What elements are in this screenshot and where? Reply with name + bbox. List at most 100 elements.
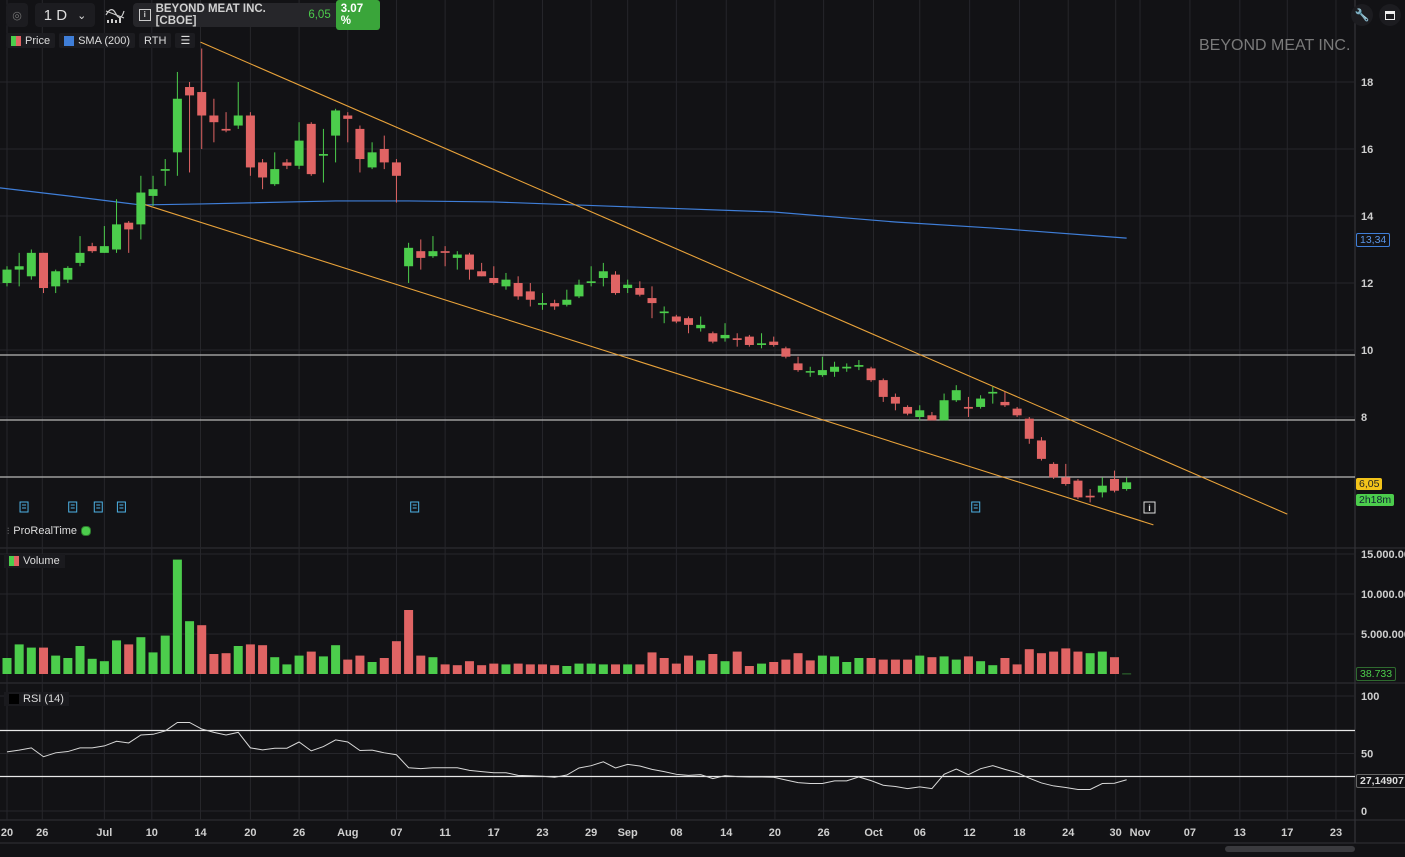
- countdown-tag: 2h18m: [1356, 494, 1395, 506]
- volume-bar: [744, 666, 754, 674]
- rsi-panel-label[interactable]: RSI (14): [4, 692, 69, 706]
- chevron-down-icon: ⌄: [77, 9, 87, 22]
- info-icon[interactable]: i: [139, 9, 151, 21]
- volume-bar: [854, 658, 864, 674]
- x-tick-label: 20: [1, 827, 13, 839]
- crosshair-mode-icon[interactable]: ◎: [6, 3, 28, 27]
- volume-bar: [221, 653, 231, 674]
- candle-body: [440, 251, 450, 253]
- price-tick-label: 16: [1361, 144, 1373, 156]
- volume-bar: [379, 658, 389, 674]
- chart-legend: Price SMA (200) RTH ☰: [6, 33, 196, 48]
- candle-body: [890, 396, 900, 404]
- price-tick-label: 10: [1361, 345, 1373, 357]
- candle-body: [2, 269, 12, 283]
- candle-body: [1085, 495, 1095, 498]
- volume-bar: [197, 625, 207, 674]
- volume-bar: [696, 660, 706, 674]
- volume-bar: [915, 655, 925, 674]
- x-tick-label: 10: [146, 827, 158, 839]
- instrument-name: BEYOND MEAT INC. [CBOE]: [155, 3, 266, 27]
- candle-body: [732, 338, 742, 340]
- candle-body: [489, 277, 499, 283]
- volume-bar: [477, 665, 487, 674]
- volume-bar: [14, 644, 24, 674]
- volume-axis-tag: 38.733: [1356, 667, 1397, 681]
- volume-bar: [282, 664, 292, 674]
- volume-bar: [684, 655, 694, 674]
- candle-body: [598, 271, 608, 278]
- volume-bar: [2, 658, 12, 674]
- candle-body: [14, 266, 24, 270]
- candle-body: [1024, 418, 1034, 439]
- x-tick-label: Oct: [864, 827, 883, 839]
- volume-bar: [416, 655, 426, 674]
- volume-bar: [817, 655, 827, 674]
- rsi-swatch-icon: [9, 694, 19, 704]
- volume-bar: [501, 664, 511, 674]
- volume-bar: [659, 658, 669, 674]
- rsi-axis-tag: 27,14907: [1356, 774, 1405, 788]
- volume-bar: [1000, 658, 1010, 674]
- volume-bar: [671, 663, 681, 674]
- legend-price[interactable]: Price: [6, 33, 56, 48]
- legend-rth[interactable]: RTH: [139, 33, 172, 48]
- volume-title: Volume: [23, 555, 60, 567]
- list-menu-icon[interactable]: ☰: [175, 33, 196, 48]
- volume-bar: [39, 647, 49, 674]
- volume-bar: [623, 664, 633, 674]
- candle-body: [988, 391, 998, 394]
- wrench-icon[interactable]: 🔧: [1351, 4, 1373, 26]
- volume-bar: [87, 658, 97, 674]
- volume-bar: [769, 662, 779, 674]
- candle-body: [537, 303, 547, 305]
- candle-body: [1012, 408, 1022, 416]
- volume-bar: [318, 656, 328, 674]
- candle-body: [39, 252, 49, 289]
- volume-bar: [757, 663, 767, 674]
- volume-bar: [537, 664, 547, 674]
- candle-body: [550, 303, 560, 307]
- candle-body: [684, 318, 694, 325]
- candle-body: [854, 365, 864, 367]
- candle-body: [197, 92, 207, 116]
- candle-body: [136, 192, 146, 225]
- volume-bar: [878, 659, 888, 674]
- rsi-tick-label: 0: [1361, 806, 1367, 818]
- candle-body: [513, 283, 523, 297]
- status-dot-icon: [81, 526, 92, 536]
- change-badge: 3.07 %: [335, 0, 380, 30]
- candle-body: [720, 334, 730, 339]
- volume-bar: [391, 641, 401, 674]
- candle-body: [245, 115, 255, 168]
- horizontal-scrollbar[interactable]: [1225, 846, 1355, 852]
- timeframe-selector[interactable]: 1 D ⌄: [35, 3, 95, 27]
- candle-body: [1036, 440, 1046, 459]
- candle-body: [611, 274, 620, 294]
- volume-bar: [903, 659, 913, 674]
- candle-body: [124, 222, 134, 230]
- rsi-title: RSI (14): [23, 693, 64, 705]
- candle-body: [404, 247, 414, 267]
- candle-body: [757, 343, 767, 345]
- chart-canvas[interactable]: i 20 26 Jul 10 14 20 26 Aug 07 11 17 23 29 Sep 08 14 20 2…: [0, 0, 1405, 857]
- candle-body: [647, 298, 657, 304]
- candle-body: [258, 162, 268, 178]
- timeframe-label: 1 D: [43, 6, 68, 24]
- volume-bar: [1073, 651, 1083, 674]
- grid: [0, 0, 1405, 857]
- window-icon[interactable]: [1379, 4, 1401, 26]
- volume-panel-label[interactable]: Volume: [4, 554, 65, 568]
- instrument-info[interactable]: i BEYOND MEAT INC. [CBOE] 6,05 3.07 %: [133, 0, 380, 30]
- legend-sma[interactable]: SMA (200): [59, 33, 136, 48]
- x-tick-label: 23: [536, 827, 548, 839]
- volume-bar: [209, 654, 219, 674]
- volume-bar: [428, 657, 438, 674]
- volume-bar: [1036, 653, 1046, 674]
- volume-bar: [586, 663, 596, 674]
- candle-body: [331, 110, 341, 136]
- chart-type-icon[interactable]: [102, 3, 128, 27]
- candle-body: [160, 169, 170, 171]
- candle-body: [1000, 401, 1010, 406]
- volume-bar: [598, 664, 608, 674]
